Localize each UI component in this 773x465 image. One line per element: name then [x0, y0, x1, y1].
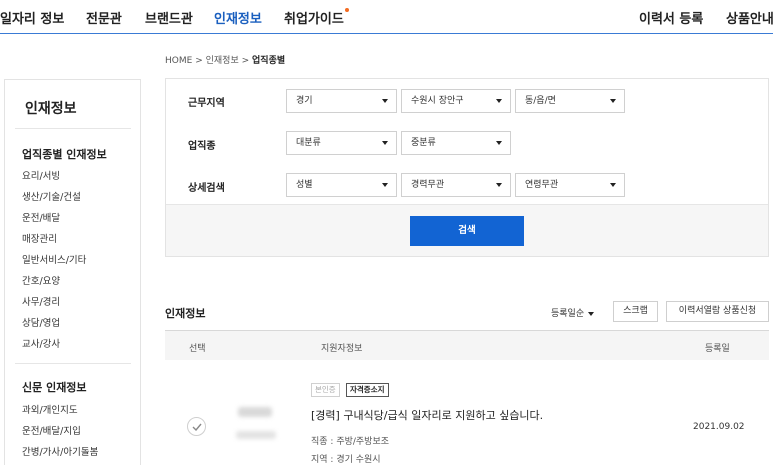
nav-products[interactable]: 상품안내 — [726, 8, 773, 27]
breadcrumb: HOME > 인재정보 > 업직종별 — [165, 53, 285, 66]
new-dot-icon — [344, 8, 349, 12]
sort-select[interactable]: 등록일순 — [551, 306, 595, 319]
sidebar-item[interactable]: 매장관리 — [22, 231, 57, 245]
select-value: 대분류 — [296, 138, 321, 148]
breadcrumb-level1[interactable]: 인재정보 — [206, 56, 239, 66]
select-value: 중분류 — [411, 138, 436, 148]
select-value: 연령무관 — [525, 180, 559, 190]
job-select-major[interactable]: 대분류 — [286, 131, 397, 155]
sidebar-item[interactable]: 교사/강사 — [22, 336, 60, 350]
nav-career-guide[interactable]: 취업가이드 — [284, 8, 349, 27]
sidebar-item[interactable]: 일반서비스/기타 — [22, 252, 86, 266]
table-header: 선택 지원자정보 등록일 — [165, 330, 769, 360]
results-title: 인재정보 — [165, 307, 206, 320]
nav-register-resume[interactable]: 이력서 등록 — [639, 8, 703, 27]
header-select: 선택 — [189, 344, 206, 354]
sidebar-item[interactable]: 요리/서빙 — [22, 168, 60, 182]
chevron-down-icon — [382, 183, 388, 187]
sidebar: 인재정보 업직종별 인재정보 요리/서빙 생산/기술/건설 운전/배달 매장관리… — [4, 79, 141, 465]
row-date: 2021.09.02 — [693, 422, 745, 432]
certificate-badge: 자격증소지 — [346, 383, 389, 397]
region-select-town[interactable]: 동/읍/면 — [515, 89, 625, 113]
filter-area: 근무지역 경기 수원시 장안구 동/읍/면 업직종 대분류 중분류 상세검색 성… — [166, 79, 768, 205]
breadcrumb-sep: > — [195, 56, 203, 66]
row-select-checkbox[interactable] — [187, 417, 206, 436]
select-value: 성별 — [296, 180, 313, 190]
nav-specialty[interactable]: 전문관 — [86, 8, 122, 27]
verify-badge: 본인증 — [311, 383, 340, 397]
sidebar-divider — [15, 363, 131, 364]
sidebar-item[interactable]: 간호/요양 — [22, 273, 60, 287]
sidebar-divider — [15, 128, 131, 129]
nav-talent[interactable]: 인재정보 — [214, 8, 262, 27]
chevron-down-icon — [496, 141, 502, 145]
check-icon — [192, 423, 202, 431]
breadcrumb-sep: > — [241, 56, 250, 66]
chevron-down-icon — [496, 99, 502, 103]
detail-select-gender[interactable]: 성별 — [286, 173, 397, 197]
detail-select-experience[interactable]: 경력무관 — [401, 173, 511, 197]
nav-brand[interactable]: 브랜드관 — [145, 8, 193, 27]
header-date: 등록일 — [705, 344, 730, 354]
blurred-applicant-name — [238, 407, 272, 417]
row-region: 지역 : 경기 수원시 — [311, 455, 381, 465]
sidebar-item[interactable]: 사무/경리 — [22, 294, 60, 308]
search-panel: 근무지역 경기 수원시 장안구 동/읍/면 업직종 대분류 중분류 상세검색 성… — [165, 78, 769, 257]
sidebar-item[interactable]: 상담/영업 — [22, 315, 60, 329]
sidebar-section-by-job[interactable]: 업직종별 인재정보 — [22, 146, 107, 162]
sidebar-section-newspaper[interactable]: 신문 인재정보 — [22, 379, 87, 395]
resume-view-apply-button[interactable]: 이력서열람 상품신청 — [666, 301, 769, 322]
nav-career-guide-label: 취업가이드 — [284, 12, 344, 27]
search-button[interactable]: 검색 — [410, 216, 524, 246]
top-nav: 일자리 정보 전문관 브랜드관 인재정보 취업가이드 이력서 등록 상품안내 — [0, 0, 773, 34]
sidebar-title: 인재정보 — [25, 101, 77, 117]
chevron-down-icon — [610, 99, 616, 103]
chevron-down-icon — [382, 141, 388, 145]
detail-label: 상세검색 — [188, 183, 225, 194]
sidebar-item[interactable]: 운전/배달 — [22, 210, 60, 224]
sidebar-item[interactable]: 과외/개인지도 — [22, 402, 78, 416]
select-value: 경력무관 — [411, 180, 445, 190]
sidebar-item[interactable]: 생산/기술/건설 — [22, 189, 81, 203]
resume-title-link[interactable]: [경력] 구내식당/급식 일자리로 지원하고 싶습니다. — [311, 407, 543, 423]
breadcrumb-home[interactable]: HOME — [165, 56, 192, 66]
select-value: 수원시 장안구 — [411, 96, 464, 106]
scrap-button[interactable]: 스크랩 — [613, 301, 658, 322]
chevron-down-icon — [610, 183, 616, 187]
chevron-down-icon — [382, 99, 388, 103]
detail-select-age[interactable]: 연령무관 — [515, 173, 625, 197]
sidebar-item[interactable]: 운전/배달/지입 — [22, 423, 81, 437]
breadcrumb-current: 업직종별 — [252, 56, 286, 66]
nav-jobs[interactable]: 일자리 정보 — [0, 8, 64, 27]
header-applicant-info: 지원자정보 — [321, 344, 363, 354]
sidebar-item[interactable]: 간병/가사/아기돌봄 — [22, 444, 98, 458]
region-select-province[interactable]: 경기 — [286, 89, 397, 113]
select-value: 경기 — [296, 96, 313, 106]
region-label: 근무지역 — [188, 98, 225, 109]
select-value: 동/읍/면 — [525, 96, 556, 106]
row-job: 직종 : 주방/주방보조 — [311, 437, 390, 447]
sort-value: 등록일순 — [551, 309, 585, 319]
job-label: 업직종 — [188, 141, 216, 152]
chevron-down-icon — [588, 311, 595, 316]
job-select-minor[interactable]: 중분류 — [401, 131, 511, 155]
region-select-city[interactable]: 수원시 장안구 — [401, 89, 511, 113]
blurred-applicant-info — [236, 431, 276, 439]
chevron-down-icon — [496, 183, 502, 187]
